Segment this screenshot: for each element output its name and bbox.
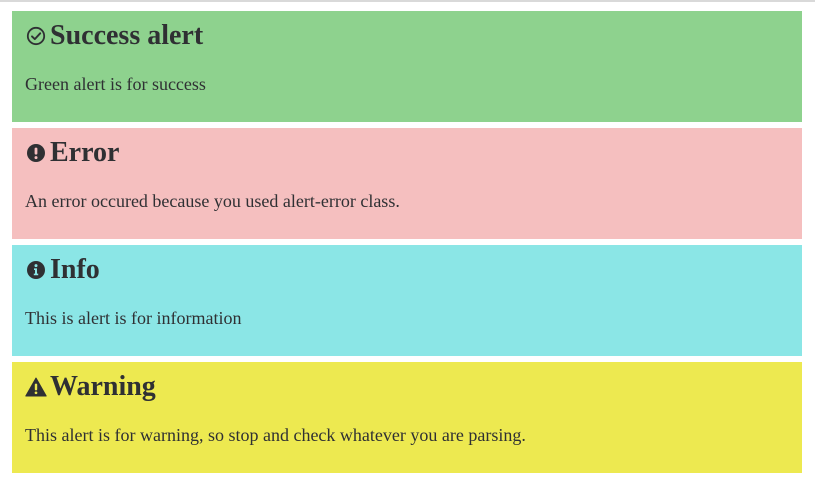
alert-header: Error bbox=[25, 136, 789, 170]
info-alert: Info This is alert is for information bbox=[12, 245, 802, 356]
alert-message: This is alert is for information bbox=[25, 308, 242, 328]
warning-alert: Warning This alert is for warning, so st… bbox=[12, 362, 802, 473]
alert-title: Error bbox=[50, 137, 120, 168]
info-circle-icon bbox=[25, 259, 47, 281]
alert-message: Green alert is for success bbox=[25, 74, 206, 94]
alert-message: An error occured because you used alert-… bbox=[25, 191, 400, 211]
alert-list: Success alert Green alert is for success… bbox=[12, 11, 802, 473]
success-alert: Success alert Green alert is for success bbox=[12, 11, 802, 122]
alert-title: Info bbox=[50, 254, 100, 285]
alert-message: This alert is for warning, so stop and c… bbox=[25, 425, 526, 445]
error-alert: Error An error occured because you used … bbox=[12, 128, 802, 239]
alert-header: Warning bbox=[25, 370, 789, 404]
alert-header: Success alert bbox=[25, 19, 789, 53]
top-divider bbox=[0, 0, 815, 2]
alert-title: Warning bbox=[50, 371, 156, 402]
alert-header: Info bbox=[25, 253, 789, 287]
exclamation-circle-icon bbox=[25, 142, 47, 164]
warning-triangle-icon bbox=[25, 376, 47, 398]
check-circle-icon bbox=[25, 25, 47, 47]
alert-title: Success alert bbox=[50, 20, 204, 51]
